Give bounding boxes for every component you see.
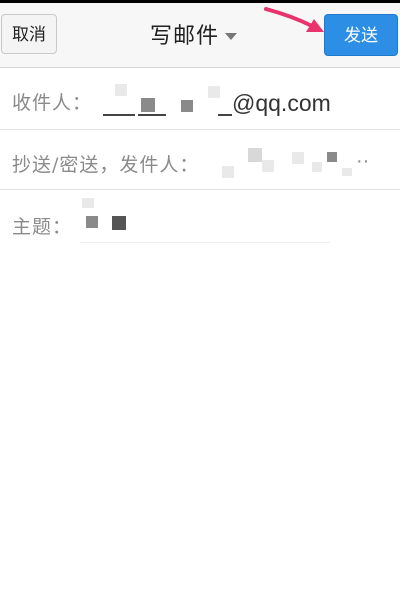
redacted-underline [103, 114, 135, 116]
to-field[interactable]: 收件人： @qq.com [0, 68, 400, 130]
redacted-block [208, 86, 220, 98]
redacted-block [292, 152, 304, 164]
redacted-block [342, 168, 352, 176]
redacted-block [222, 166, 234, 178]
subject-label: 主题： [12, 216, 73, 238]
chevron-down-icon [225, 32, 238, 40]
redacted-block [327, 152, 337, 162]
redacted-underline [138, 114, 166, 116]
redacted-block [86, 216, 98, 228]
redacted-block [141, 98, 155, 112]
subject-input-shadow [80, 242, 330, 243]
compose-email-screen: 取消 写邮件 发送 收件人： @qq.com 抄送/密送，发件人： ·· 主题： [0, 0, 400, 612]
redacted-underline [218, 114, 232, 116]
annotation-arrow-icon [264, 7, 324, 32]
redacted-block [312, 162, 322, 172]
subject-field[interactable]: 主题： [0, 190, 400, 250]
redacted-block [248, 148, 262, 162]
compose-header: 取消 写邮件 发送 [0, 0, 400, 68]
to-label: 收件人： [12, 92, 93, 114]
redacted-block [262, 160, 274, 172]
redacted-block [115, 84, 127, 96]
page-title: 写邮件 [150, 24, 220, 49]
cancel-button[interactable]: 取消 [1, 14, 57, 54]
cc-bcc-from-field[interactable]: 抄送/密送，发件人： ·· [0, 130, 400, 190]
redacted-block [112, 216, 126, 230]
cc-bcc-from-label: 抄送/密送，发件人： [12, 154, 200, 176]
email-body-area[interactable] [0, 250, 400, 612]
redacted-block [82, 198, 94, 208]
status-bar-edge [0, 0, 400, 3]
title-dropdown[interactable]: 写邮件 [150, 18, 238, 50]
redacted-block [181, 100, 193, 112]
send-button[interactable]: 发送 [324, 14, 398, 56]
to-email-domain: @qq.com [232, 90, 331, 116]
more-recipients-indicator: ·· [356, 150, 370, 172]
